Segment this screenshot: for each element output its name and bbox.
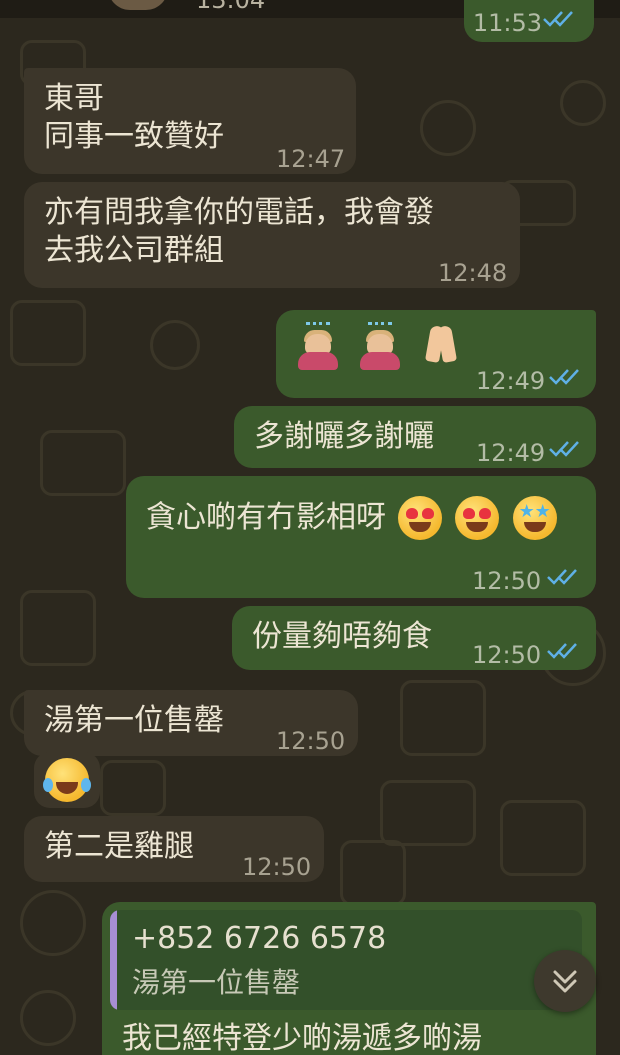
- message-time: 12:49: [476, 367, 546, 395]
- quote-bar: [110, 910, 117, 1010]
- message-text-row: 貪心啲有冇影相呀 ★ ★: [146, 496, 557, 540]
- reply-quote[interactable]: +852 6726 6578 湯第一位售罄: [110, 910, 582, 1010]
- message-time: 12:50: [276, 727, 346, 755]
- message-incoming[interactable]: 亦有問我拿你的電話，我會發 去我公司群組 12:48: [24, 182, 520, 288]
- message-time: 12:50: [472, 641, 542, 669]
- message-outgoing[interactable]: 多謝曬多謝曬 12:49: [234, 406, 596, 468]
- message-text: 份量夠唔夠食: [252, 619, 432, 654]
- message-text: 東哥 同事一致贊好: [44, 80, 224, 156]
- message-time: 12:50: [472, 567, 542, 595]
- message-text: 湯第一位售罄: [44, 703, 224, 738]
- read-ticks-icon: [549, 369, 579, 385]
- message-text: 多謝曬多謝曬: [254, 419, 434, 454]
- tears-of-joy-icon: [43, 758, 91, 802]
- message-text: 我已經特登少啲湯遞多啲湯: [122, 1021, 482, 1055]
- quote-author: +852 6726 6578: [132, 921, 387, 956]
- message-time: 12:47: [276, 145, 346, 173]
- message-outgoing[interactable]: 12:49: [276, 310, 596, 398]
- quote-text: 湯第一位售罄: [132, 966, 301, 999]
- message-incoming[interactable]: 第二是雞腿 12:50: [24, 816, 324, 882]
- chat-screen: 13:04 11:53 東哥 同事一致贊好 12:47 亦有問我拿你的電話，我會…: [0, 0, 620, 1055]
- message-text: 貪心啲有冇影相呀: [146, 500, 386, 535]
- star-struck-icon: ★ ★: [512, 496, 557, 540]
- message-text: 第二是雞腿: [44, 829, 194, 864]
- message-line: 去我公司群組: [44, 233, 224, 268]
- message-time: 12:49: [476, 439, 546, 467]
- message-outgoing[interactable]: 貪心啲有冇影相呀 ★ ★ 12:50: [126, 476, 596, 598]
- read-ticks-icon: [543, 11, 573, 27]
- heart-eyes-icon: [455, 496, 500, 540]
- message-incoming[interactable]: 東哥 同事一致贊好 12:47: [24, 68, 356, 174]
- message-emoji-row: [296, 322, 463, 370]
- message-line: 同事一致贊好: [44, 119, 224, 154]
- heart-eyes-icon: [397, 496, 442, 540]
- contact-avatar[interactable]: [108, 0, 168, 10]
- scroll-to-bottom-button[interactable]: [534, 950, 596, 1012]
- header-time: 13:04: [196, 0, 266, 14]
- read-ticks-icon: [549, 441, 579, 457]
- message-outgoing[interactable]: 份量夠唔夠食 12:50: [232, 606, 596, 670]
- folded-hands-icon: [419, 322, 463, 370]
- person-bowing-icon: [358, 322, 402, 370]
- message-time: 11:53: [472, 9, 542, 37]
- message-time: 12:48: [438, 259, 508, 287]
- message-time: 12:50: [242, 853, 312, 881]
- read-ticks-icon: [547, 643, 577, 659]
- double-chevron-down-icon: [553, 970, 577, 993]
- message-line: 東哥: [44, 81, 104, 116]
- message-text: 亦有問我拿你的電話，我會發 去我公司群組: [44, 194, 434, 270]
- message-outgoing-reply[interactable]: +852 6726 6578 湯第一位售罄 我已經特登少啲湯遞多啲湯: [102, 902, 596, 1055]
- read-ticks-icon: [547, 569, 577, 585]
- message-incoming-emoji[interactable]: [34, 752, 100, 808]
- message-line: 亦有問我拿你的電話，我會發: [44, 195, 434, 230]
- message-outgoing[interactable]: 11:53: [464, 0, 594, 42]
- message-incoming[interactable]: 湯第一位售罄 12:50: [24, 690, 358, 756]
- person-bowing-icon: [296, 322, 340, 370]
